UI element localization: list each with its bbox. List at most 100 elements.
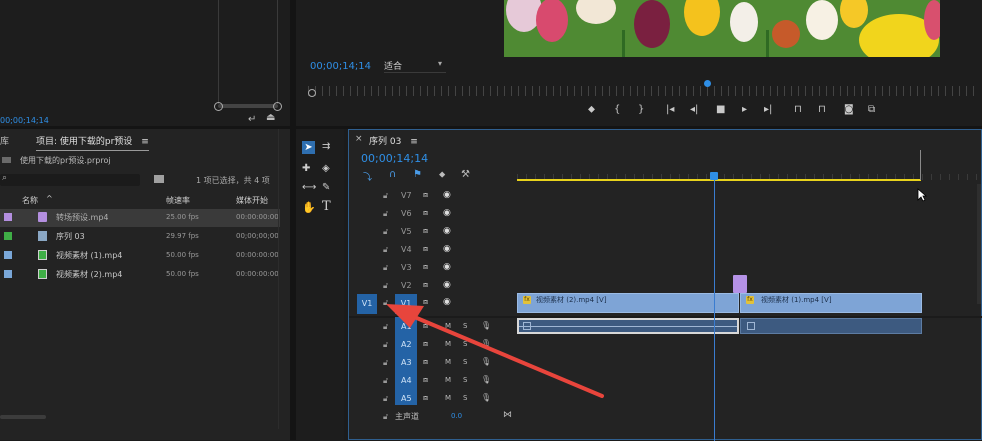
project-panel: 库 项目: 使用下载的pr预设 ≡ 使用下载的pr预设.prproj ⌕ 1 项… [0, 129, 290, 440]
master-volume-value[interactable]: 0.0 [451, 412, 462, 420]
source-monitor-scrollbar[interactable] [218, 0, 278, 104]
export-icon[interactable]: ⏏ [266, 112, 275, 123]
timeline-timecode[interactable]: 00;00;14;14 [361, 152, 428, 165]
source-patch-v1[interactable]: V1 [357, 294, 377, 314]
lock-icon[interactable]: 🔓︎ [383, 281, 388, 291]
insert-overwrite-icon[interactable]: ⤵ [363, 170, 372, 183]
panel-menu-icon[interactable]: ≡ [141, 137, 149, 147]
lock-icon[interactable]: 🔓︎ [383, 263, 388, 273]
timeline-settings-wrench-icon[interactable]: ⚒ [461, 169, 470, 180]
mark-in-icon[interactable]: { [614, 104, 620, 115]
hand-tool[interactable]: ✋ [302, 201, 316, 214]
extract-icon[interactable]: ⊓ [818, 104, 826, 115]
column-fps-header[interactable]: 帧速率 [166, 195, 190, 206]
track-label[interactable]: V5 [401, 227, 412, 236]
tab-sequence-label: 序列 03 [369, 137, 402, 147]
selection-tool[interactable]: ➤ [302, 141, 315, 154]
list-item[interactable]: 视频素材 (1).mp4 50.00 fps 00:00:00:00 [0, 247, 280, 265]
go-to-end-icon[interactable]: ⋈ [503, 410, 512, 420]
column-name-header[interactable]: 名称 [22, 195, 38, 206]
fit-select[interactable]: 适合 ▾ [384, 59, 446, 73]
lock-icon[interactable]: 🔓︎ [383, 209, 388, 219]
step-forward-icon[interactable]: ▸| [764, 104, 772, 115]
lift-icon[interactable]: ⊓ [794, 104, 802, 115]
program-ruler-start-handle[interactable] [308, 89, 316, 97]
go-to-in-icon[interactable]: |◂ [666, 104, 674, 115]
ripple-tool[interactable]: ✚ [302, 163, 310, 174]
track-select-tool[interactable]: ⇉ [322, 141, 330, 152]
audio-clip[interactable] [740, 318, 922, 334]
new-bin-icon[interactable] [154, 175, 164, 183]
project-column-headers: 名称 ^ 帧速率 媒体开始 [0, 194, 280, 207]
snap-icon[interactable]: ∩ [389, 169, 396, 180]
program-timecode[interactable]: 00;00;14;14 [310, 61, 371, 72]
export-frame-icon[interactable]: ◙ [844, 104, 854, 115]
pen-tool[interactable]: ✎ [322, 182, 330, 193]
sync-lock-icon[interactable]: ⧈ [423, 226, 428, 236]
track-label[interactable]: V7 [401, 191, 412, 200]
razor-tool[interactable]: ◈ [322, 163, 330, 174]
mark-out-icon[interactable]: } [638, 104, 644, 115]
play-icon[interactable]: ▸ [742, 104, 747, 115]
eye-icon[interactable]: ◉ [443, 262, 451, 272]
compare-icon[interactable]: ⧉ [868, 104, 875, 115]
sort-ascending-icon[interactable]: ^ [46, 194, 53, 203]
eye-icon[interactable]: ◉ [443, 226, 451, 236]
track-label[interactable]: V3 [401, 263, 412, 272]
project-search-input[interactable]: ⌕ [0, 173, 140, 186]
step-back-icon[interactable]: ◂| [690, 104, 698, 115]
timeline-playhead-line[interactable] [714, 177, 715, 441]
video-clip-icon [38, 250, 47, 260]
stop-icon[interactable]: ■ [716, 104, 725, 115]
eye-icon[interactable]: ◉ [443, 208, 451, 218]
track-label[interactable]: V4 [401, 245, 412, 254]
sync-lock-icon[interactable]: ⧈ [423, 208, 428, 218]
track-label[interactable]: V2 [401, 281, 412, 290]
source-timecode[interactable]: 00;00;14;14 [0, 116, 49, 125]
eye-icon[interactable]: ◉ [443, 190, 451, 200]
item-start: 00:00:00:00 [236, 213, 279, 221]
project-scrollbar[interactable] [0, 415, 46, 419]
sync-lock-icon[interactable]: ⧈ [423, 190, 428, 200]
sync-lock-icon[interactable]: ⧈ [423, 262, 428, 272]
source-monitor-zoom-bar[interactable] [218, 104, 278, 108]
timeline-ruler[interactable] [517, 158, 981, 180]
program-playhead[interactable] [704, 80, 711, 87]
type-tool[interactable]: T [322, 199, 331, 214]
panel-menu-icon[interactable]: ≡ [410, 137, 418, 147]
slip-tool[interactable]: ⟷ [302, 182, 316, 193]
timeline-playhead[interactable] [710, 172, 718, 180]
lock-icon[interactable]: 🔓︎ [383, 412, 388, 422]
sync-lock-icon[interactable]: ⧈ [423, 244, 428, 254]
work-area-bar[interactable] [517, 179, 921, 181]
lock-icon[interactable]: 🔓︎ [383, 191, 388, 201]
column-media-start-header[interactable]: 媒体开始 [236, 195, 268, 206]
list-item[interactable]: 序列 03 29.97 fps 00;00;00;00 [0, 228, 280, 246]
tab-sequence[interactable]: 序列 03 ≡ [369, 134, 418, 147]
lock-icon[interactable]: 🔓︎ [383, 227, 388, 237]
close-tab-icon[interactable]: × [355, 134, 363, 144]
list-item[interactable]: 视频素材 (2).mp4 50.00 fps 00:00:00:00 [0, 266, 280, 284]
project-file-name: 使用下载的pr预设.prproj [20, 156, 111, 165]
zoom-handle-left[interactable] [214, 102, 223, 111]
program-monitor: 00;00;14;14 适合 ▾ ⬥ { } |◂ ◂| ■ ▸ ▸| ⊓ ⊓ … [296, 0, 982, 126]
video-clip[interactable]: fx 视频素材 (1).mp4 [V] [740, 293, 922, 313]
transition-preset-block[interactable] [733, 275, 747, 293]
eye-icon[interactable]: ◉ [443, 244, 451, 254]
mouse-cursor-icon [917, 188, 927, 202]
timeline-vertical-scrollbar[interactable] [977, 184, 981, 304]
sequence-icon [38, 231, 47, 241]
program-time-ruler[interactable] [308, 86, 978, 96]
tab-library[interactable]: 库 [0, 134, 9, 147]
zoom-handle-right[interactable] [273, 102, 282, 111]
track-label[interactable]: V6 [401, 209, 412, 218]
settings-wrench-icon[interactable]: ↵ [248, 114, 256, 125]
tab-project[interactable]: 项目: 使用下载的pr预设 ≡ [36, 134, 149, 151]
sync-lock-icon[interactable]: ⧈ [423, 280, 428, 290]
marker-icon[interactable]: ⬥ [588, 104, 595, 115]
linked-selection-icon[interactable]: ⚑ [413, 169, 422, 180]
add-marker-icon[interactable]: ⬥ [439, 170, 445, 180]
list-item[interactable]: 转场预设.mp4 25.00 fps 00:00:00:00 [0, 209, 280, 227]
eye-icon[interactable]: ◉ [443, 280, 451, 290]
lock-icon[interactable]: 🔓︎ [383, 245, 388, 255]
